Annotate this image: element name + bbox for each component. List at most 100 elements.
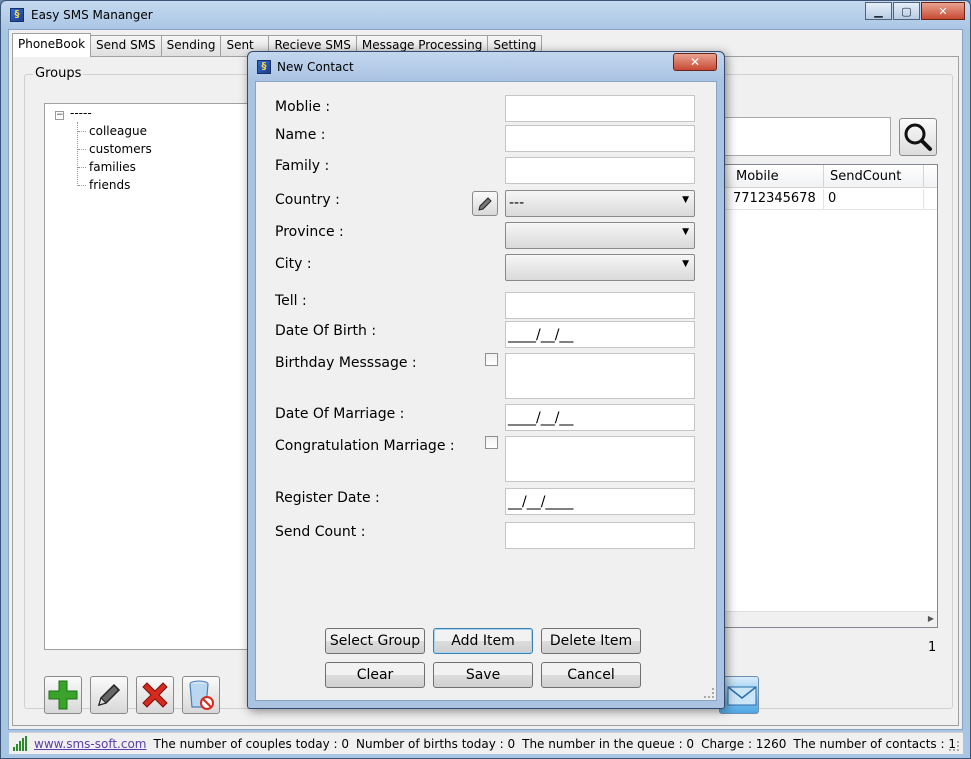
label-province: Province :	[275, 224, 344, 240]
select-group-button[interactable]: Select Group	[325, 628, 425, 654]
tab-send-sms[interactable]: Send SMS	[90, 35, 162, 57]
edit-country-button[interactable]	[472, 191, 498, 216]
dialog-body: Moblie : Name : Family : Country : --- ▼…	[255, 81, 717, 701]
status-queue: The number in the queue : 0	[522, 736, 695, 751]
contacts-grid[interactable]: Mobile SendCount 7712345678 0 ▶	[713, 164, 938, 628]
tree-line	[78, 185, 86, 186]
delete-group-button[interactable]	[136, 676, 174, 714]
signal-bars-icon	[12, 735, 28, 752]
resize-grip[interactable]	[949, 741, 959, 751]
edit-group-button[interactable]	[90, 676, 128, 714]
pencil-icon	[478, 196, 492, 211]
envelope-icon	[727, 686, 757, 706]
label-dom: Date Of Marriage :	[275, 406, 405, 422]
tree-root[interactable]: -----	[70, 106, 92, 120]
recycle-bin-icon	[189, 680, 214, 710]
tab-sending[interactable]: Sending	[160, 35, 222, 57]
label-tell: Tell :	[275, 293, 307, 309]
dialog-resize-grip[interactable]	[704, 688, 714, 698]
label-country: Country :	[275, 192, 340, 208]
tree-line	[78, 131, 86, 132]
tree-item-friends[interactable]: friends	[89, 178, 130, 192]
tell-input[interactable]	[505, 292, 695, 319]
search-input[interactable]	[713, 117, 891, 156]
tree-item-colleague[interactable]: colleague	[89, 124, 147, 138]
horizontal-scrollbar[interactable]: ▶	[714, 611, 937, 627]
delete-item-button[interactable]: Delete Item	[541, 628, 641, 654]
pencil-icon	[97, 683, 121, 707]
search-button[interactable]	[899, 118, 937, 156]
label-congrat-marriage: Congratulation Marriage :	[275, 438, 455, 454]
page-number: 1	[928, 640, 937, 655]
cell-sendcount: 0	[824, 189, 924, 210]
dialog-close-button[interactable]: ✕	[673, 53, 717, 71]
label-register-date: Register Date :	[275, 490, 380, 506]
send-count-input[interactable]	[505, 522, 695, 549]
cancel-button[interactable]: Cancel	[541, 662, 641, 688]
tree-item-customers[interactable]: customers	[89, 142, 152, 156]
column-mobile[interactable]: Mobile	[714, 165, 824, 188]
city-select[interactable]: ▼	[505, 254, 695, 281]
window-title: Easy SMS Mananger	[31, 8, 153, 22]
dob-input[interactable]: ____/__/__	[505, 321, 695, 348]
groups-tree[interactable]: − ----- colleague customers families fri…	[44, 103, 256, 650]
close-button[interactable]: ✕	[921, 2, 965, 20]
chevron-down-icon: ▼	[682, 195, 689, 205]
tab-phonebook[interactable]: PhoneBook	[12, 33, 92, 57]
dialog-app-icon: §	[257, 60, 271, 74]
status-charge: Charge : 1260	[701, 736, 787, 751]
label-send-count: Send Count :	[275, 524, 366, 540]
status-births-today: Number of births today : 0	[356, 736, 516, 751]
x-icon	[142, 682, 168, 708]
dialog-title: New Contact	[277, 60, 354, 74]
plus-icon	[48, 680, 78, 710]
chevron-down-icon: ▼	[682, 227, 689, 237]
maximize-button[interactable]: ▢	[893, 2, 920, 20]
dom-input[interactable]: ____/__/__	[505, 404, 695, 431]
label-dob: Date Of Birth :	[275, 323, 377, 339]
column-sendcount[interactable]: SendCount	[824, 165, 924, 188]
province-select[interactable]: ▼	[505, 222, 695, 249]
table-row[interactable]: 7712345678 0	[714, 189, 937, 210]
website-link[interactable]: www.sms-soft.com	[34, 737, 146, 751]
label-birthday-message: Birthday Messsage :	[275, 355, 417, 371]
name-input[interactable]	[505, 125, 695, 152]
chevron-down-icon: ▼	[682, 259, 689, 269]
country-select[interactable]: --- ▼	[505, 190, 695, 217]
label-mobile: Moblie :	[275, 99, 331, 115]
birthday-message-checkbox[interactable]	[485, 353, 498, 366]
tree-line	[78, 167, 86, 168]
tree-expander-icon[interactable]: −	[55, 111, 64, 120]
family-input[interactable]	[505, 157, 695, 184]
country-value: ---	[509, 195, 525, 211]
tree-item-families[interactable]: families	[89, 160, 136, 174]
label-name: Name :	[275, 127, 326, 143]
send-mail-button[interactable]	[719, 676, 759, 714]
cell-mobile: 7712345678	[714, 189, 824, 210]
scroll-right-icon[interactable]: ▶	[928, 614, 934, 623]
new-contact-dialog: § New Contact ✕ Moblie : Name : Family :…	[247, 51, 725, 709]
add-group-button[interactable]	[44, 676, 82, 714]
status-couples-today: The number of couples today : 0	[153, 736, 350, 751]
search-icon	[904, 123, 932, 151]
tree-line	[78, 149, 86, 150]
status-bar: www.sms-soft.com The number of couples t…	[9, 732, 963, 754]
mobile-input[interactable]	[505, 95, 695, 122]
label-family: Family :	[275, 158, 330, 174]
status-contacts: The number of contacts : 1	[793, 736, 956, 751]
grid-header: Mobile SendCount	[714, 165, 937, 188]
add-item-button[interactable]: Add Item	[433, 628, 533, 654]
congrat-marriage-checkbox[interactable]	[485, 436, 498, 449]
groups-label: Groups	[33, 66, 84, 81]
save-button[interactable]: Save	[433, 662, 533, 688]
register-date-input[interactable]: __/__/____	[505, 488, 695, 515]
window-controls: ▁ ▢ ✕	[864, 2, 965, 20]
congrat-marriage-input[interactable]	[505, 436, 695, 482]
recycle-button[interactable]	[182, 676, 220, 714]
clear-button[interactable]: Clear	[325, 662, 425, 688]
app-icon: §	[10, 8, 24, 22]
birthday-message-input[interactable]	[505, 353, 695, 399]
title-bar[interactable]: § Easy SMS Mananger ▁ ▢ ✕	[1, 1, 970, 29]
minimize-button[interactable]: ▁	[865, 2, 892, 20]
label-city: City :	[275, 256, 312, 272]
